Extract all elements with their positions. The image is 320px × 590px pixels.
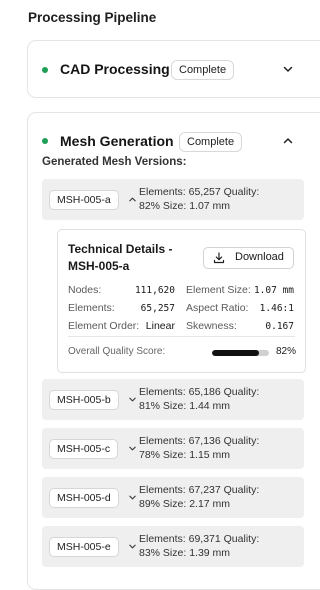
version-stats-line2: 78% Size: 1.15 mm [139, 449, 231, 461]
versions-label: Generated Mesh Versions: [42, 156, 187, 168]
version-stats-line1: Elements: 65,257 Quality: [139, 186, 260, 198]
version-id-badge: MSH-005-c [49, 439, 119, 459]
nodes-value: 111,620 [134, 285, 175, 296]
quality-progress-bar [212, 350, 269, 356]
chevron-down-icon[interactable] [128, 395, 137, 404]
stage-cad-processing[interactable]: CAD Processing Complete [27, 40, 320, 98]
status-dot [42, 138, 48, 144]
download-label: Download [235, 251, 284, 263]
version-stats-line2: 82% Size: 1.07 mm [139, 200, 231, 212]
status-badge: Complete [179, 132, 243, 152]
chevron-up-icon[interactable] [128, 195, 137, 204]
page-title: Processing Pipeline [28, 10, 157, 25]
status-badge: Complete [171, 60, 235, 80]
element-order-value: Linear [145, 320, 175, 332]
version-stats-line1: Elements: 67,237 Quality: [139, 484, 260, 496]
version-stats-line1: Elements: 65,186 Quality: [139, 386, 260, 398]
version-stats-line1: Elements: 69,371 Quality: [139, 533, 260, 545]
stage-title: CAD Processing [60, 61, 170, 77]
mesh-version-row[interactable]: MSH-005-b Elements: 65,186 Quality: 81% … [42, 379, 304, 420]
mesh-version-row[interactable]: MSH-005-e Elements: 69,371 Quality: 83% … [42, 526, 304, 567]
technical-details-panel: Technical Details - MSH-005-a Download N… [57, 229, 306, 373]
version-stats-line2: 83% Size: 1.39 mm [139, 547, 231, 559]
version-id-badge: MSH-005-b [49, 390, 119, 410]
chevron-down-icon[interactable] [282, 63, 294, 75]
details-title: Technical Details - MSH-005-a [68, 242, 173, 273]
stage-title[interactable]: Mesh Generation [60, 133, 174, 149]
nodes-label: Nodes: [68, 284, 102, 296]
chevron-down-icon[interactable] [128, 542, 137, 551]
chevron-down-icon[interactable] [128, 493, 137, 502]
status-dot [42, 67, 48, 73]
chevron-up-icon[interactable] [282, 135, 294, 147]
element-order-label: Element Order: [68, 320, 140, 332]
version-id-badge: MSH-005-a [49, 190, 119, 210]
element-size-label: Element Size: [186, 284, 251, 296]
quality-score-value: 82% [276, 346, 297, 357]
mesh-version-row[interactable]: MSH-005-c Elements: 67,136 Quality: 78% … [42, 428, 304, 469]
version-id-badge: MSH-005-d [49, 488, 119, 508]
version-stats-line1: Elements: 67,136 Quality: [139, 435, 260, 447]
download-icon [213, 252, 225, 264]
quality-score-label: Overall Quality Score: [68, 346, 166, 357]
aspect-ratio-label: Aspect Ratio: [186, 302, 249, 314]
aspect-ratio-value: 1.46:1 [259, 303, 294, 314]
version-stats-line2: 89% Size: 2.17 mm [139, 498, 231, 510]
element-size-value: 1.07 mm [253, 285, 294, 296]
version-stats-line2: 81% Size: 1.44 mm [139, 400, 231, 412]
divider [68, 336, 295, 337]
stage-mesh-generation: Mesh Generation Complete Generated Mesh … [27, 112, 320, 590]
chevron-down-icon[interactable] [128, 444, 137, 453]
mesh-version-row[interactable]: MSH-005-d Elements: 67,237 Quality: 89% … [42, 477, 304, 518]
elements-value: 65,257 [140, 303, 175, 314]
quality-progress-fill [212, 350, 259, 356]
version-id-badge: MSH-005-e [49, 537, 119, 557]
download-button[interactable]: Download [203, 247, 294, 269]
mesh-version-row[interactable]: MSH-005-a Elements: 65,257 Quality: 82% … [42, 179, 304, 220]
skewness-value: 0.167 [265, 321, 294, 332]
skewness-label: Skewness: [186, 320, 237, 332]
elements-label: Elements: [68, 302, 115, 314]
